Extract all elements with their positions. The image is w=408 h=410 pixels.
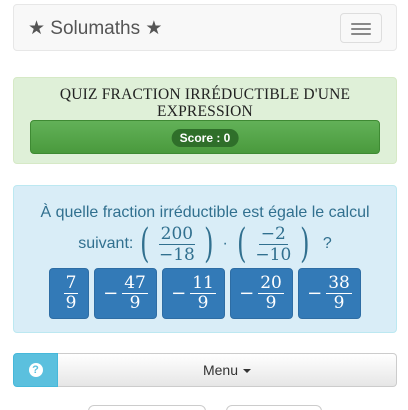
question-panel: À quelle fraction irréductible est égale…: [13, 185, 397, 333]
fraction-denominator: 9: [129, 293, 141, 313]
menu-toggle-button[interactable]: [340, 13, 382, 43]
fraction-numerator: 11: [190, 273, 216, 294]
expression-fraction-1: 200 −18: [157, 224, 197, 265]
fraction-denominator: 9: [65, 293, 77, 313]
fraction-denominator: −10: [255, 244, 292, 265]
answer-sign: −: [307, 283, 323, 304]
answer-sign: −: [103, 283, 119, 304]
answer-fraction: 7 9: [63, 273, 79, 313]
quiz-title: QUIZ FRACTION IRRÉDUCTIBLE D'UNE EXPRESS…: [59, 86, 351, 120]
partial-button-right[interactable]: [226, 405, 322, 410]
answer-fraction: 47 9: [122, 274, 148, 313]
left-paren: (: [140, 221, 150, 267]
answer-choices: 7 9 − 47 9 − 11 9 − 20 9 − 38 9: [14, 268, 396, 320]
answer-sign: −: [171, 283, 187, 304]
expression-fraction-2: −2 −10: [253, 224, 293, 265]
fraction-numerator: 200: [158, 223, 196, 245]
left-paren: (: [236, 221, 247, 267]
score-badge: Score : 0: [171, 129, 239, 147]
fraction-numerator: 47: [122, 273, 148, 294]
multiply-operator: ·: [222, 235, 228, 252]
menu-label: Menu: [202, 362, 239, 378]
partial-button-left[interactable]: [88, 405, 206, 410]
hamburger-icon-bar: [351, 28, 371, 30]
hamburger-icon-bar: [351, 33, 371, 35]
navbar: ★ Solumaths ★: [13, 4, 397, 51]
quiz-header-panel: QUIZ FRACTION IRRÉDUCTIBLE D'UNE EXPRESS…: [13, 77, 397, 164]
answer-button-4[interactable]: − 20 9: [230, 268, 293, 319]
question-suivant: suivant:: [78, 235, 134, 252]
answer-button-3[interactable]: − 11 9: [162, 268, 225, 319]
fraction-numerator: 7: [63, 273, 79, 294]
brand-link[interactable]: ★ Solumaths ★: [28, 17, 162, 40]
fraction-numerator: 20: [258, 273, 284, 294]
question-circle-icon: ?: [28, 363, 43, 377]
help-button[interactable]: ?: [13, 353, 58, 387]
fraction-denominator: −18: [158, 244, 195, 265]
question-expression: suivant: ( 200 −18 ) · ( −2 −10 ) ?: [14, 220, 396, 268]
question-mark: ?: [322, 235, 332, 252]
right-paren: ): [203, 221, 214, 267]
fraction-numerator: −2: [258, 223, 288, 245]
caret-down-icon: [243, 369, 252, 373]
answer-fraction: 11 9: [190, 274, 216, 313]
answer-fraction: 38 9: [326, 274, 352, 313]
menu-dropdown-button[interactable]: Menu: [58, 353, 397, 387]
answer-fraction: 20 9: [258, 274, 284, 313]
answer-sign: −: [239, 283, 255, 304]
menu-row: ? Menu: [13, 353, 397, 387]
answer-button-2[interactable]: − 47 9: [94, 268, 157, 319]
fraction-denominator: 9: [333, 293, 345, 313]
fraction-denominator: 9: [197, 293, 209, 313]
fraction-numerator: 38: [326, 273, 352, 294]
fraction-denominator: 9: [265, 293, 277, 313]
answer-button-5[interactable]: − 38 9: [298, 268, 361, 319]
score-bar: Score : 0: [30, 120, 380, 154]
right-paren: ): [300, 221, 310, 267]
hamburger-icon: [351, 23, 371, 25]
answer-button-1[interactable]: 7 9: [49, 268, 89, 319]
